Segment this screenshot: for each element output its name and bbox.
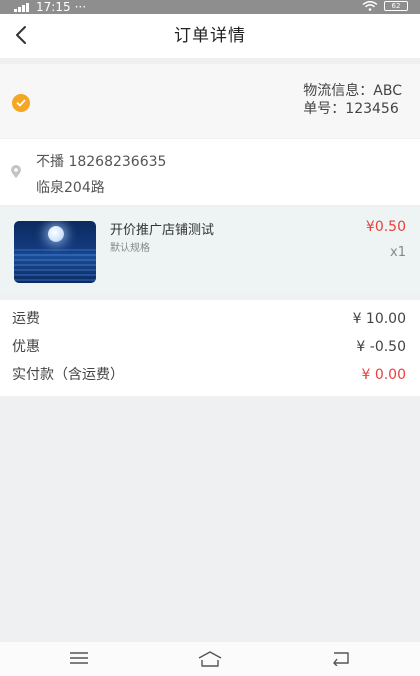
menu-icon[interactable] [68,650,90,666]
product-quantity: x1 [390,245,406,260]
signal-icon [14,2,32,12]
fee-row-discount: 优惠 ¥ -0.50 [0,333,420,361]
product-spec: 默认规格 [110,243,150,254]
logistics-section[interactable]: 物流信息：ABC 单号：123456 [0,64,420,138]
status-bar: 17:15 ··· 62 [0,0,420,14]
recipient-address: 临泉204路 [36,180,105,196]
product-item[interactable]: 开价推广店铺测试 默认规格 ¥0.50 x1 [0,207,420,295]
logistics-company: 物流信息：ABC [303,83,402,99]
battery-icon: 62 [384,1,408,11]
status-time: 17:15 [36,0,71,14]
fee-row-total: 实付款（含运费） ¥ 0.00 [0,361,420,389]
fee-label: 实付款（含运费） [12,367,124,383]
address-section[interactable]: 不播 18268236635 临泉204路 [0,139,420,205]
wifi-icon [362,1,378,11]
location-pin-icon [11,165,21,178]
fee-row-shipping: 运费 ¥ 10.00 [0,305,420,333]
back-nav-icon[interactable] [328,650,352,666]
fee-summary: 运费 ¥ 10.00 优惠 ¥ -0.50 实付款（含运费） ¥ 0.00 [0,300,420,396]
logistics-number: 单号：123456 [303,101,399,117]
product-name: 开价推广店铺测试 [110,223,215,238]
recipient-name-phone: 不播 18268236635 [36,154,167,170]
product-price: ¥0.50 [365,219,406,235]
system-nav-bar [0,642,420,676]
status-dots: ··· [74,0,87,14]
fee-value: ¥ 10.00 [352,311,406,327]
fee-label: 运费 [12,311,40,327]
home-icon[interactable] [197,650,223,668]
logistics-info: 物流信息：ABC 单号：123456 [303,82,402,118]
fee-value-total: ¥ 0.00 [361,367,406,383]
fee-label: 优惠 [12,339,40,355]
nav-bar: 订单详情 [0,14,420,58]
product-image [14,221,96,283]
page-title: 订单详情 [174,26,246,46]
fee-value: ¥ -0.50 [356,339,406,355]
check-circle-icon [12,94,30,112]
